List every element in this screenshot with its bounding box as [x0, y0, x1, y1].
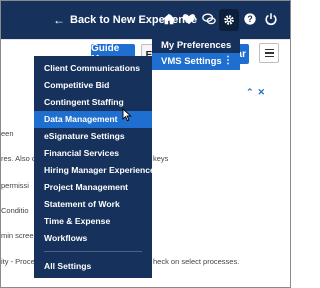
background-text: min scree	[1, 231, 34, 240]
gear-icon[interactable]	[219, 9, 239, 31]
background-text: heck on select processes.	[153, 257, 240, 266]
preferences-dropdown: My Preferences VMS Settings ⋮	[152, 36, 240, 70]
background-text: permissi	[1, 181, 29, 190]
back-label: Back to New Experience	[70, 14, 198, 26]
background-text: een	[1, 129, 14, 138]
mouse-cursor-icon	[122, 108, 132, 122]
menu-divider	[44, 251, 142, 252]
menu-item-competitive-bid[interactable]: Competitive Bid	[34, 77, 152, 94]
vms-settings-submenu: Client Communications Competitive Bid Co…	[34, 56, 155, 278]
menu-item-statement-of-work[interactable]: Statement of Work	[34, 196, 152, 213]
help-icon[interactable]: ?	[241, 10, 259, 28]
menu-item-project-management[interactable]: Project Management	[34, 179, 152, 196]
background-text: res. Also c	[1, 154, 36, 163]
background-text: Conditio	[1, 206, 29, 215]
top-navigation-bar: ← Back to New Experience ?	[1, 1, 290, 39]
menu-item-time-expense[interactable]: Time & Expense	[34, 213, 152, 230]
background-text: ity - Proce	[1, 257, 35, 266]
chat-icon[interactable]	[200, 10, 218, 28]
arrow-left-icon: ←	[53, 13, 65, 27]
my-preferences-item[interactable]: My Preferences	[161, 40, 231, 51]
vms-settings-label: VMS Settings	[161, 56, 222, 67]
menu-item-client-communications[interactable]: Client Communications	[34, 60, 152, 77]
menu-item-all-settings[interactable]: All Settings	[34, 258, 152, 275]
menu-item-esignature-settings[interactable]: eSignature Settings	[34, 128, 152, 145]
menu-item-workflows[interactable]: Workflows	[34, 230, 152, 247]
menu-item-data-management[interactable]: Data Management	[34, 111, 152, 128]
svg-text:?: ?	[247, 14, 252, 24]
menu-item-hiring-manager-experience[interactable]: Hiring Manager Experience	[34, 162, 155, 179]
power-icon[interactable]	[262, 10, 280, 28]
menu-item-contingent-staffing[interactable]: Contingent Staffing	[34, 94, 152, 111]
divider	[1, 39, 290, 40]
menu-item-financial-services[interactable]: Financial Services	[34, 145, 152, 162]
hamburger-menu-icon[interactable]	[259, 43, 279, 63]
collapse-close-icons[interactable]: ⌃✕	[246, 87, 269, 98]
background-text: keys	[153, 154, 169, 163]
home-icon[interactable]	[160, 10, 178, 28]
more-icon: ⋮	[223, 55, 233, 66]
heart-icon[interactable]	[180, 10, 198, 28]
